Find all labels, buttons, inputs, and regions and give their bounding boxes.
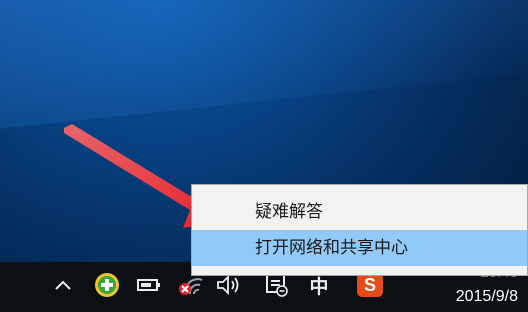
menu-item-label: 疑难解答 [255, 202, 323, 222]
menu-item-label: 打开网络和共享中心 [255, 238, 408, 258]
menu-item-open-network-sharing-center[interactable]: 打开网络和共享中心 [192, 230, 527, 266]
clock-date[interactable]: 2015/9/8 [456, 286, 518, 308]
sogou-label: S [357, 273, 383, 297]
chevron-up-icon[interactable] [52, 270, 74, 300]
menu-item-troubleshoot[interactable]: 疑难解答 [192, 194, 527, 230]
battery-icon[interactable] [134, 270, 164, 300]
green-plus-shield-icon[interactable] [92, 270, 122, 300]
network-context-menu: 疑难解答 打开网络和共享中心 [191, 184, 528, 276]
